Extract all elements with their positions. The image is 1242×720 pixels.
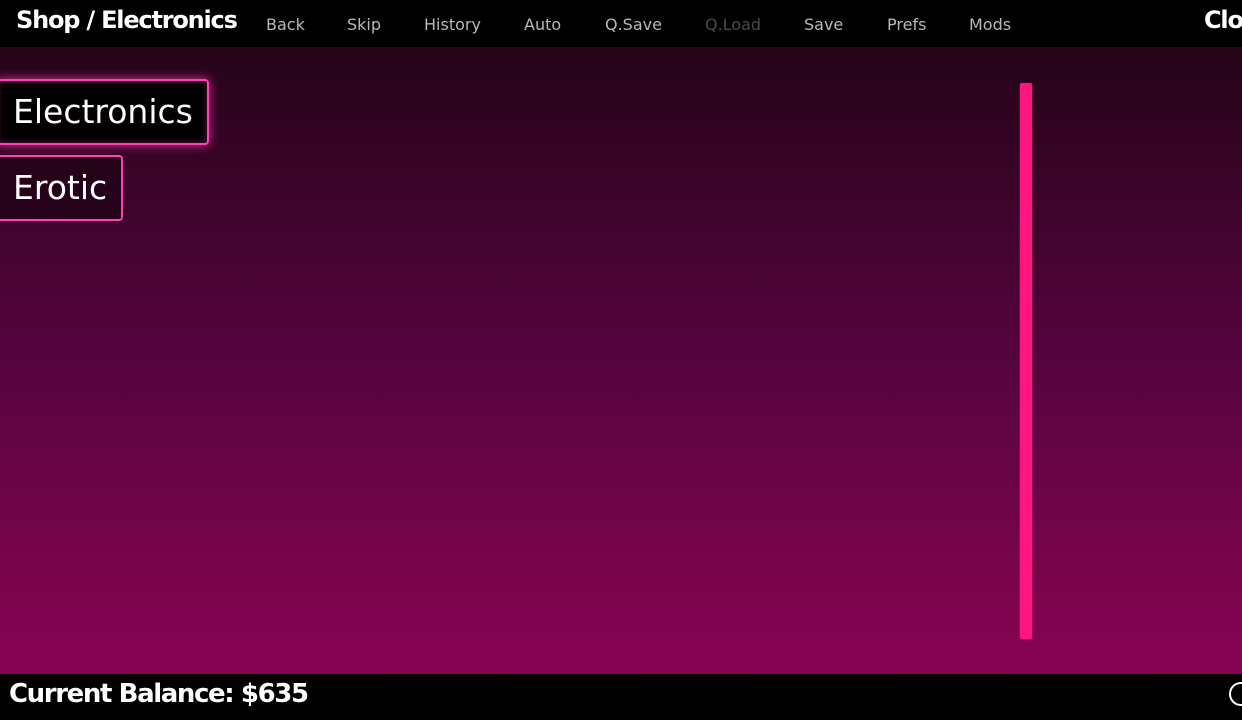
bottom-bar: Current Balance: $635 [0,674,1242,720]
quick-menu-qload: Q.Load [705,15,762,34]
item-list-scrollbar[interactable] [1019,83,1033,639]
circle-icon[interactable] [1229,682,1242,706]
quick-menu-mods[interactable]: Mods [969,15,1011,34]
quick-menu-auto[interactable]: Auto [524,15,561,34]
close-button[interactable]: Clos [1204,6,1242,34]
quick-menu-qsave[interactable]: Q.Save [605,15,662,34]
top-bar: Shop / Electronics Back Skip History Aut… [0,0,1242,47]
game-screen: Shop / Electronics Back Skip History Aut… [0,0,1242,720]
quick-menu-back[interactable]: Back [266,15,305,34]
category-erotic[interactable]: Erotic [0,155,124,221]
category-electronics[interactable]: Electronics [0,79,209,145]
quick-menu-history[interactable]: History [424,15,481,34]
quick-menu-prefs[interactable]: Prefs [887,15,926,34]
screen-title: Shop / Electronics [16,6,238,34]
scrollbar-thumb[interactable] [1020,83,1032,639]
balance-display: Current Balance: $635 [9,679,309,709]
quick-menu-skip[interactable]: Skip [347,15,381,34]
quick-menu-save[interactable]: Save [804,15,843,34]
